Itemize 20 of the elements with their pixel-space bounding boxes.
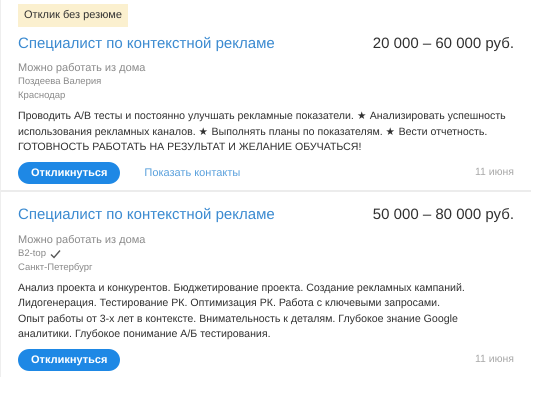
city: Краснодар [18,89,66,103]
remote-work-note: Можно работать из дома [18,61,146,75]
vacancy-title-link[interactable]: Специалист по контекстной рекламе [18,204,275,226]
respond-button[interactable]: Откликнуться [18,162,120,184]
respond-button[interactable]: Откликнуться [18,348,120,371]
company-name: B2-top [18,246,46,260]
posted-date: 11 июня [474,164,514,180]
no-resume-badge: Отклик без резюме [18,4,128,26]
show-contacts-link[interactable]: Показать контакты [144,164,240,181]
company-name: Поздеева Валерия [18,75,102,89]
posted-date: 11 июня [474,352,514,367]
city: Санкт-Петербург [18,260,94,274]
salary: 20 000 – 60 000 руб. [372,34,514,54]
vacancy-description: Проводить A/B тесты и постоянно улучшать рекламные показатели. ★ Анализировать успешность использования рекламных каналов. ★ Выполнять планы по показателям. ★ Вести отчетность. [18,109,507,140]
vacancy-title-link[interactable]: Специалист по контекстной рекламе [18,32,275,55]
vacancy-description: Опыт работы от 3-х лет в контексте. Внимательность к деталям. Глубокое знание Google аналитики. Глубокое понимание А/Б тестирования. [18,312,459,342]
salary: 50 000 – 80 000 руб. [372,205,514,225]
vacancy-description: Анализ проекта и конкурентов. Бюджетирование проекта. Создание рекламных кампаний. Лидогенерация. Тестирование РК. Оптимизация РК. Работа с ключевыми запросами. [18,280,466,311]
remote-work-note: Можно работать из дома [18,232,146,246]
vacancy-description: ГОТОВНОСТЬ РАБОТАТЬ НА РЕЗУЛЬТАТ И ЖЕЛАНИЕ ОБУЧАТЬСЯ! [18,140,362,155]
